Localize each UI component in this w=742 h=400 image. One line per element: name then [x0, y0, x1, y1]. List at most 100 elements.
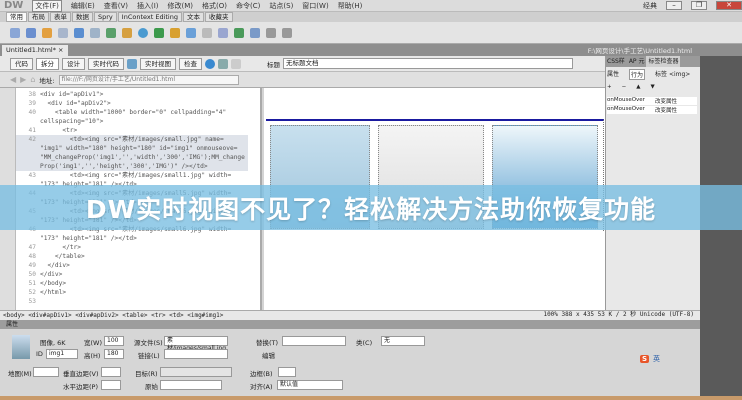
remove-behavior-icon[interactable]: − [622, 84, 627, 90]
address-input[interactable]: file:///F:/网页设计/手工艺/Untitled1.html [58, 74, 239, 85]
tab-data[interactable]: 数据 [72, 12, 93, 22]
menu-edit[interactable]: 编辑(E) [71, 1, 95, 11]
site-icon[interactable] [282, 27, 292, 38]
code-line[interactable]: 40 <table width="1000" border="0" cellpa… [16, 108, 248, 117]
restore-button[interactable]: ❐ [691, 1, 707, 10]
date-icon[interactable] [138, 27, 148, 38]
design-view-button[interactable]: 设计 [62, 57, 85, 70]
tab-spry[interactable]: Spry [94, 12, 117, 22]
code-view-button[interactable]: 代码 [10, 57, 33, 70]
class-select[interactable]: 无 [381, 336, 425, 346]
hspace-input[interactable] [101, 380, 121, 390]
code-line[interactable]: Prop('img1','','height','300','IMG')" />… [16, 162, 248, 171]
templates-icon[interactable] [218, 27, 228, 38]
refresh-icon[interactable] [231, 58, 241, 69]
link-input[interactable] [164, 349, 228, 359]
tab-text[interactable]: 文本 [183, 12, 204, 22]
server-include-icon[interactable] [154, 27, 164, 38]
behavior-row[interactable]: onMouseOver 改变属性 [607, 106, 697, 114]
menu-file[interactable]: 文件(F) [32, 0, 62, 12]
table-icon[interactable] [74, 27, 84, 38]
tab-favorites[interactable]: 收藏夹 [205, 12, 233, 22]
subtab-attributes[interactable]: 属性 [607, 69, 619, 80]
add-behavior-icon[interactable]: + [607, 84, 612, 90]
height-input[interactable]: 180 [104, 349, 124, 359]
div-icon[interactable] [90, 27, 100, 38]
code-line[interactable]: 51 </body> [16, 279, 248, 288]
split-view-button[interactable]: 拆分 [36, 57, 59, 70]
ime-toolbar[interactable]: S 英 [640, 354, 660, 364]
tag-chooser-icon[interactable] [234, 27, 244, 38]
menu-format[interactable]: 格式(O) [202, 1, 227, 11]
title-input[interactable]: 无标题文档 [283, 58, 573, 69]
move-up-icon[interactable]: ▲ [636, 84, 640, 90]
code-line[interactable]: 48 </table> [16, 252, 248, 261]
code-line[interactable]: 50 </div> [16, 270, 248, 279]
comment-icon[interactable] [170, 27, 180, 38]
tab-incontext[interactable]: InContext Editing [117, 12, 182, 22]
target-select[interactable] [160, 367, 232, 377]
tab-ap[interactable]: AP 元 [627, 56, 647, 67]
file-management-icon[interactable] [127, 58, 137, 69]
tab-common[interactable]: 常用 [6, 12, 27, 22]
browser-icon[interactable] [250, 27, 260, 38]
live-view-button[interactable]: 实时视图 [140, 57, 176, 70]
align-select[interactable]: 默认值 [277, 380, 343, 390]
layout-switcher[interactable]: 经典 [643, 1, 657, 11]
code-line[interactable]: 49 </div> [16, 261, 248, 270]
window-size[interactable]: 388 x 435 [562, 311, 595, 318]
live-code-button[interactable]: 实时代码 [88, 57, 124, 70]
menu-insert[interactable]: 插入(I) [137, 1, 159, 11]
minimize-button[interactable]: – [666, 1, 682, 10]
ime-mode[interactable]: 英 [653, 354, 660, 364]
preview-browser-icon[interactable] [205, 58, 215, 69]
width-input[interactable]: 100 [104, 336, 124, 346]
document-tab[interactable]: Untitled1.html* × [2, 45, 68, 56]
src-input[interactable]: 素材/images/small.jpg [164, 336, 228, 352]
tab-tag-inspector[interactable]: 标签检查器 [646, 56, 681, 67]
tab-css[interactable]: CSS样 [605, 56, 627, 67]
hr-icon[interactable] [58, 27, 68, 38]
menu-site[interactable]: 站点(S) [269, 1, 293, 11]
tab-forms[interactable]: 表单 [50, 12, 71, 22]
head-icon[interactable] [186, 27, 196, 38]
behavior-row[interactable]: onMouseOver 改变属性 [607, 97, 697, 105]
menu-modify[interactable]: 修改(M) [168, 1, 194, 11]
lowsrc-input[interactable] [160, 380, 222, 390]
zoom-select[interactable]: 100% [543, 311, 557, 318]
media-icon[interactable] [122, 27, 132, 38]
subtab-behaviors[interactable]: 行为 [629, 69, 646, 80]
code-line[interactable]: 38 <div id="apDiv1"> [16, 90, 248, 99]
image-icon[interactable] [106, 27, 116, 38]
map-input[interactable] [33, 367, 59, 377]
settings-icon[interactable] [266, 27, 276, 38]
code-line[interactable]: 47 </tr> [16, 243, 248, 252]
code-line[interactable]: "img1" width="180" height="180" id="img1… [16, 144, 248, 153]
close-tab-icon[interactable]: × [58, 46, 63, 54]
code-line[interactable]: 41 <tr> [16, 126, 248, 135]
border-input[interactable] [278, 367, 296, 377]
code-line[interactable]: 39 <div id="apDiv2"> [16, 99, 248, 108]
forward-icon[interactable]: ▶ [20, 75, 26, 84]
code-line[interactable]: 42 <td><img src="素材/images/small.jpg" na… [16, 135, 248, 144]
tab-layout[interactable]: 布局 [28, 12, 49, 22]
menu-view[interactable]: 查看(V) [104, 1, 128, 11]
code-line[interactable]: "173" height="181" /></td> [16, 234, 248, 243]
home-icon[interactable]: ⌂ [30, 75, 35, 84]
code-line[interactable]: cellspacing="10"> [16, 117, 248, 126]
move-down-icon[interactable]: ▼ [650, 84, 654, 90]
close-button[interactable]: ✕ [716, 1, 742, 10]
back-icon[interactable]: ◀ [10, 75, 16, 84]
script-icon[interactable] [202, 27, 212, 38]
anchor-icon[interactable] [42, 27, 52, 38]
email-link-icon[interactable] [26, 27, 36, 38]
hyperlink-icon[interactable] [10, 27, 20, 38]
vspace-input[interactable] [101, 367, 121, 377]
code-line[interactable]: 43 <td><img src="素材/images/small1.jpg" w… [16, 171, 248, 180]
code-line[interactable]: "MM_changeProp('img1','','width','300','… [16, 153, 248, 162]
menu-help[interactable]: 帮助(H) [338, 1, 363, 11]
inspect-button[interactable]: 检查 [179, 57, 202, 70]
code-line[interactable]: 52 </html> [16, 288, 248, 297]
menu-window[interactable]: 窗口(W) [302, 1, 328, 11]
menu-commands[interactable]: 命令(C) [236, 1, 260, 11]
